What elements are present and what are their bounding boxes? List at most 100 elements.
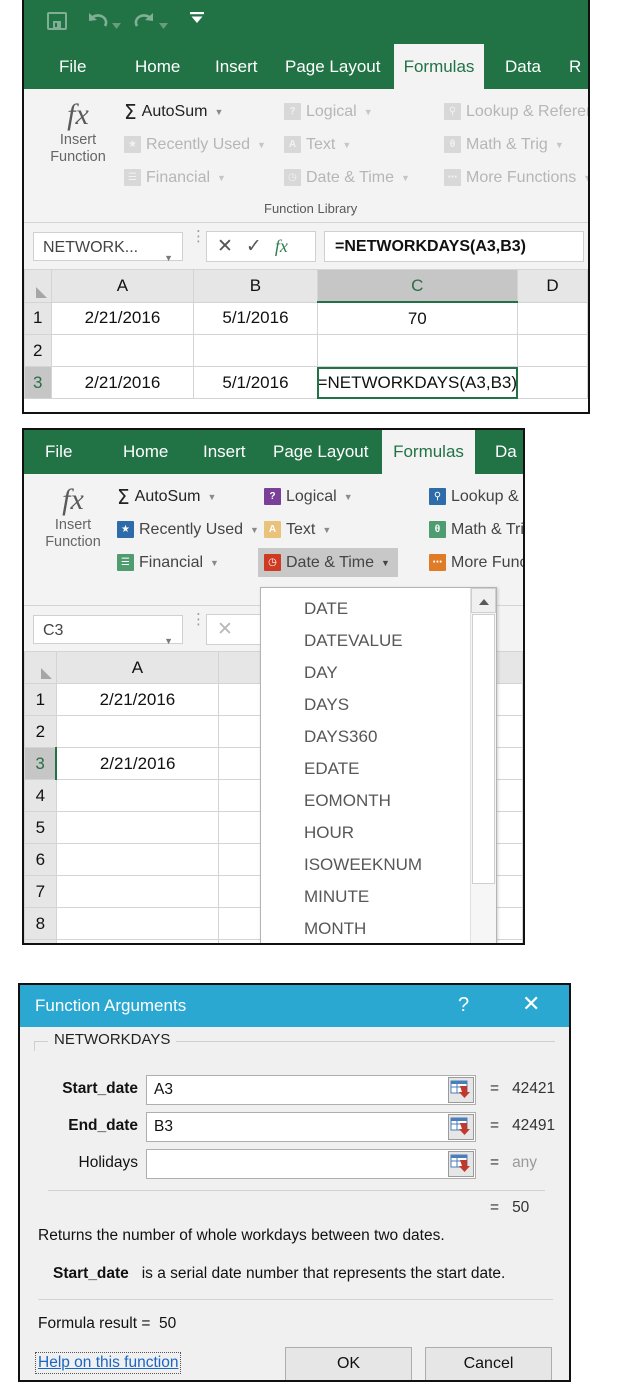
cell-d2[interactable] [517,334,588,367]
cell-d1[interactable] [517,301,588,335]
name-box[interactable]: C3 ▼ [33,615,183,646]
cell-d3[interactable] [517,366,588,399]
range-picker-icon[interactable] [448,1114,474,1140]
menu-item-days[interactable]: DAYS [261,689,496,721]
cell-c3-editing[interactable]: =NETWORKDAYS(A3,B3) [316,366,519,399]
cell-c2[interactable] [316,334,519,367]
ribbon-date-time[interactable]: ◷ Date & Time ▼ [258,548,398,577]
row-header-2[interactable]: 2 [24,334,52,367]
row-header-3[interactable]: 3 [24,747,57,780]
save-icon[interactable] [46,10,68,37]
cell-b2[interactable] [193,334,318,367]
ribbon-recently-used[interactable]: ★ Recently Used ▼ [124,136,266,153]
row-header-1[interactable]: 1 [24,683,57,716]
cell-a2[interactable] [55,715,220,748]
redo-dropdown-icon[interactable] [159,16,168,34]
cancel-icon[interactable]: ✕ [217,235,233,258]
ribbon-more-functions[interactable]: ⋯ More Func [429,554,523,571]
customize-quick-access-icon[interactable] [189,12,205,30]
cell-a9[interactable] [55,939,220,943]
cell-a1[interactable]: 2/21/2016 [50,301,195,335]
menu-item-month[interactable]: MONTH [261,913,496,943]
cell-b3[interactable]: 5/1/2016 [193,366,318,399]
tab-page-layout[interactable]: Page Layout [274,44,391,89]
menu-item-day[interactable]: DAY [261,657,496,689]
name-box[interactable]: NETWORK... ▼ [33,232,183,263]
ribbon-math-trig[interactable]: θ Math & Trig [429,521,523,538]
tab-data[interactable]: Da [484,430,523,474]
insert-function-button[interactable]: fx Insert Function [39,98,117,166]
ribbon-more-functions[interactable]: ⋯ More Functions ▼ [444,169,588,186]
menu-item-datevalue[interactable]: DATEVALUE [261,625,496,657]
ribbon-text[interactable]: A Text ▼ [264,521,331,538]
range-picker-icon[interactable] [448,1077,474,1103]
help-on-this-function-link[interactable]: Help on this function [35,1352,182,1374]
column-header-a[interactable]: A [55,651,220,684]
redo-icon[interactable] [132,10,156,37]
ribbon-text[interactable]: A Text ▼ [284,136,351,153]
cell-a8[interactable] [55,907,220,940]
cancel-icon[interactable]: ✕ [217,618,233,641]
cell-a3[interactable]: 2/21/2016 [50,366,195,399]
row-header-3[interactable]: 3 [24,366,52,399]
column-header-b[interactable]: B [193,269,318,303]
menu-item-isoweeknum[interactable]: ISOWEEKNUM [261,849,496,881]
ribbon-date-time[interactable]: ◷ Date & Time ▼ [284,169,410,186]
cell-a2[interactable] [50,334,195,367]
tab-file[interactable]: File [48,44,97,89]
ribbon-autosum[interactable]: Σ AutoSum ▼ [124,102,223,122]
enter-icon[interactable]: ✓ [246,235,262,258]
range-picker-icon[interactable] [448,1151,474,1177]
start-date-input[interactable]: A3 [146,1075,476,1105]
ribbon-recently-used[interactable]: ★ Recently Used ▼ [117,521,259,538]
tab-insert[interactable]: Insert [192,430,257,474]
help-question-icon[interactable]: ? [458,994,469,1017]
ribbon-lookup-reference[interactable]: ⚲ Lookup & Referenc [444,103,588,120]
ribbon-logical[interactable]: ? Logical ▼ [264,488,353,505]
undo-dropdown-icon[interactable] [112,16,121,34]
ribbon-logical[interactable]: ? Logical ▼ [284,103,373,120]
menu-item-minute[interactable]: MINUTE [261,881,496,913]
cell-a3[interactable]: 2/21/2016 [55,747,220,780]
cell-a1[interactable]: 2/21/2016 [55,683,220,716]
insert-function-button[interactable]: fx Insert Function [34,483,112,551]
column-header-d[interactable]: D [517,269,588,303]
menu-item-days360[interactable]: DAYS360 [261,721,496,753]
ribbon-financial[interactable]: ☰ Financial ▼ [117,554,219,571]
cancel-button[interactable]: Cancel [425,1347,552,1380]
row-header-2[interactable]: 2 [24,715,57,748]
scroll-up-arrow-icon[interactable] [471,588,496,613]
select-all-corner[interactable] [24,269,52,303]
cell-a7[interactable] [55,875,220,908]
tab-formulas[interactable]: Formulas [394,44,484,89]
menu-scrollbar[interactable] [470,588,496,943]
tab-insert[interactable]: Insert [204,44,269,89]
ribbon-autosum[interactable]: Σ AutoSum ▼ [117,487,216,507]
row-header-7[interactable]: 7 [24,875,57,908]
menu-item-hour[interactable]: HOUR [261,817,496,849]
tab-file[interactable]: File [34,430,83,474]
tab-formulas[interactable]: Formulas [382,430,475,474]
insert-function-icon[interactable]: fx [275,236,288,257]
select-all-corner[interactable] [24,651,57,684]
end-date-input[interactable]: B3 [146,1112,476,1142]
tab-page-layout[interactable]: Page Layout [262,430,379,474]
holidays-input[interactable] [146,1149,476,1179]
tab-review[interactable]: R [558,44,588,89]
ribbon-financial[interactable]: ☰ Financial ▼ [124,169,226,186]
cell-a4[interactable] [55,779,220,812]
row-header-5[interactable]: 5 [24,811,57,844]
column-header-a[interactable]: A [50,269,195,303]
row-header-1[interactable]: 1 [24,301,52,335]
tab-home[interactable]: Home [112,430,179,474]
cell-c1[interactable]: 70 [316,301,519,335]
row-header-6[interactable]: 6 [24,843,57,876]
cell-a6[interactable] [55,843,220,876]
column-header-c[interactable]: C [316,269,519,303]
formula-input[interactable]: =NETWORKDAYS(A3,B3) [324,231,584,262]
row-header-4[interactable]: 4 [24,779,57,812]
menu-item-eomonth[interactable]: EOMONTH [261,785,496,817]
close-icon[interactable]: ✕ [522,993,540,1015]
menu-item-edate[interactable]: EDATE [261,753,496,785]
cell-b1[interactable]: 5/1/2016 [193,301,318,335]
